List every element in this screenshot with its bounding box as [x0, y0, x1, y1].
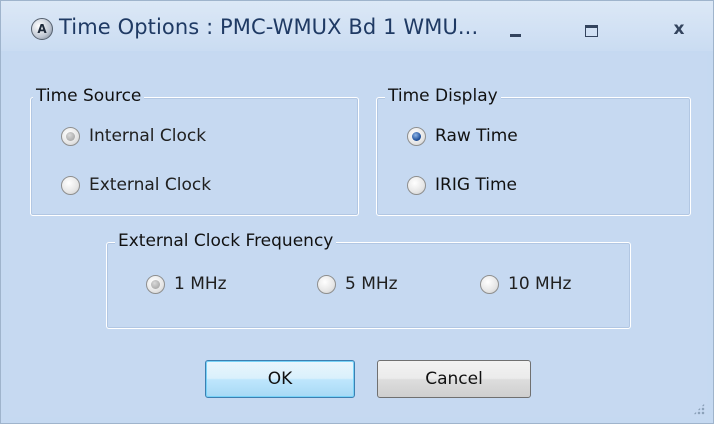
radio-selected-icon [61, 126, 80, 146]
minimize-button[interactable] [494, 17, 534, 41]
internal-clock-label: Internal Clock [89, 126, 207, 146]
radio-unselected-icon [61, 175, 80, 195]
dialog-client-area: Time Source Internal Clock External Cloc… [9, 53, 707, 417]
freq-10mhz-radio[interactable]: 10 MHz [480, 272, 571, 296]
radio-unselected-icon [317, 274, 336, 294]
window-title: Time Options : PMC-WMUX Bd 1 WMU... [59, 15, 479, 39]
raw-time-label: Raw Time [435, 126, 518, 146]
external-clock-label: External Clock [89, 175, 212, 195]
freq-5mhz-radio[interactable]: 5 MHz [317, 272, 398, 296]
cancel-button[interactable]: Cancel [377, 360, 531, 398]
irig-time-radio[interactable]: IRIG Time [407, 173, 517, 197]
time-display-group: Time Display Raw Time IRIG Time [376, 85, 691, 216]
radio-unselected-icon [480, 274, 499, 294]
title-bar[interactable]: A Time Options : PMC-WMUX Bd 1 WMU... x [1, 1, 713, 51]
time-display-legend: Time Display [385, 85, 501, 107]
radio-selected-icon [146, 274, 165, 294]
ok-button[interactable]: OK [205, 360, 355, 398]
maximize-button[interactable] [570, 17, 610, 41]
time-options-dialog: A Time Options : PMC-WMUX Bd 1 WMU... x … [0, 0, 714, 424]
freq-10mhz-label: 10 MHz [508, 274, 572, 294]
radio-unselected-icon [407, 175, 426, 195]
freq-5mhz-label: 5 MHz [345, 274, 398, 294]
app-logo-icon[interactable]: A [31, 18, 53, 40]
time-source-group: Time Source Internal Clock External Cloc… [30, 85, 359, 216]
resize-grip-icon[interactable] [693, 403, 705, 415]
external-clock-frequency-group: External Clock Frequency 1 MHz 5 MHz 10 … [106, 230, 631, 329]
irig-time-label: IRIG Time [435, 175, 518, 195]
close-button[interactable]: x [659, 17, 699, 41]
radio-selected-icon [407, 126, 426, 146]
freq-1mhz-label: 1 MHz [174, 274, 227, 294]
freq-1mhz-radio[interactable]: 1 MHz [146, 272, 227, 296]
external-clock-frequency-legend: External Clock Frequency [115, 230, 337, 252]
raw-time-radio[interactable]: Raw Time [407, 124, 518, 148]
time-source-legend: Time Source [33, 85, 145, 107]
external-clock-radio[interactable]: External Clock [61, 173, 211, 197]
internal-clock-radio[interactable]: Internal Clock [61, 124, 206, 148]
